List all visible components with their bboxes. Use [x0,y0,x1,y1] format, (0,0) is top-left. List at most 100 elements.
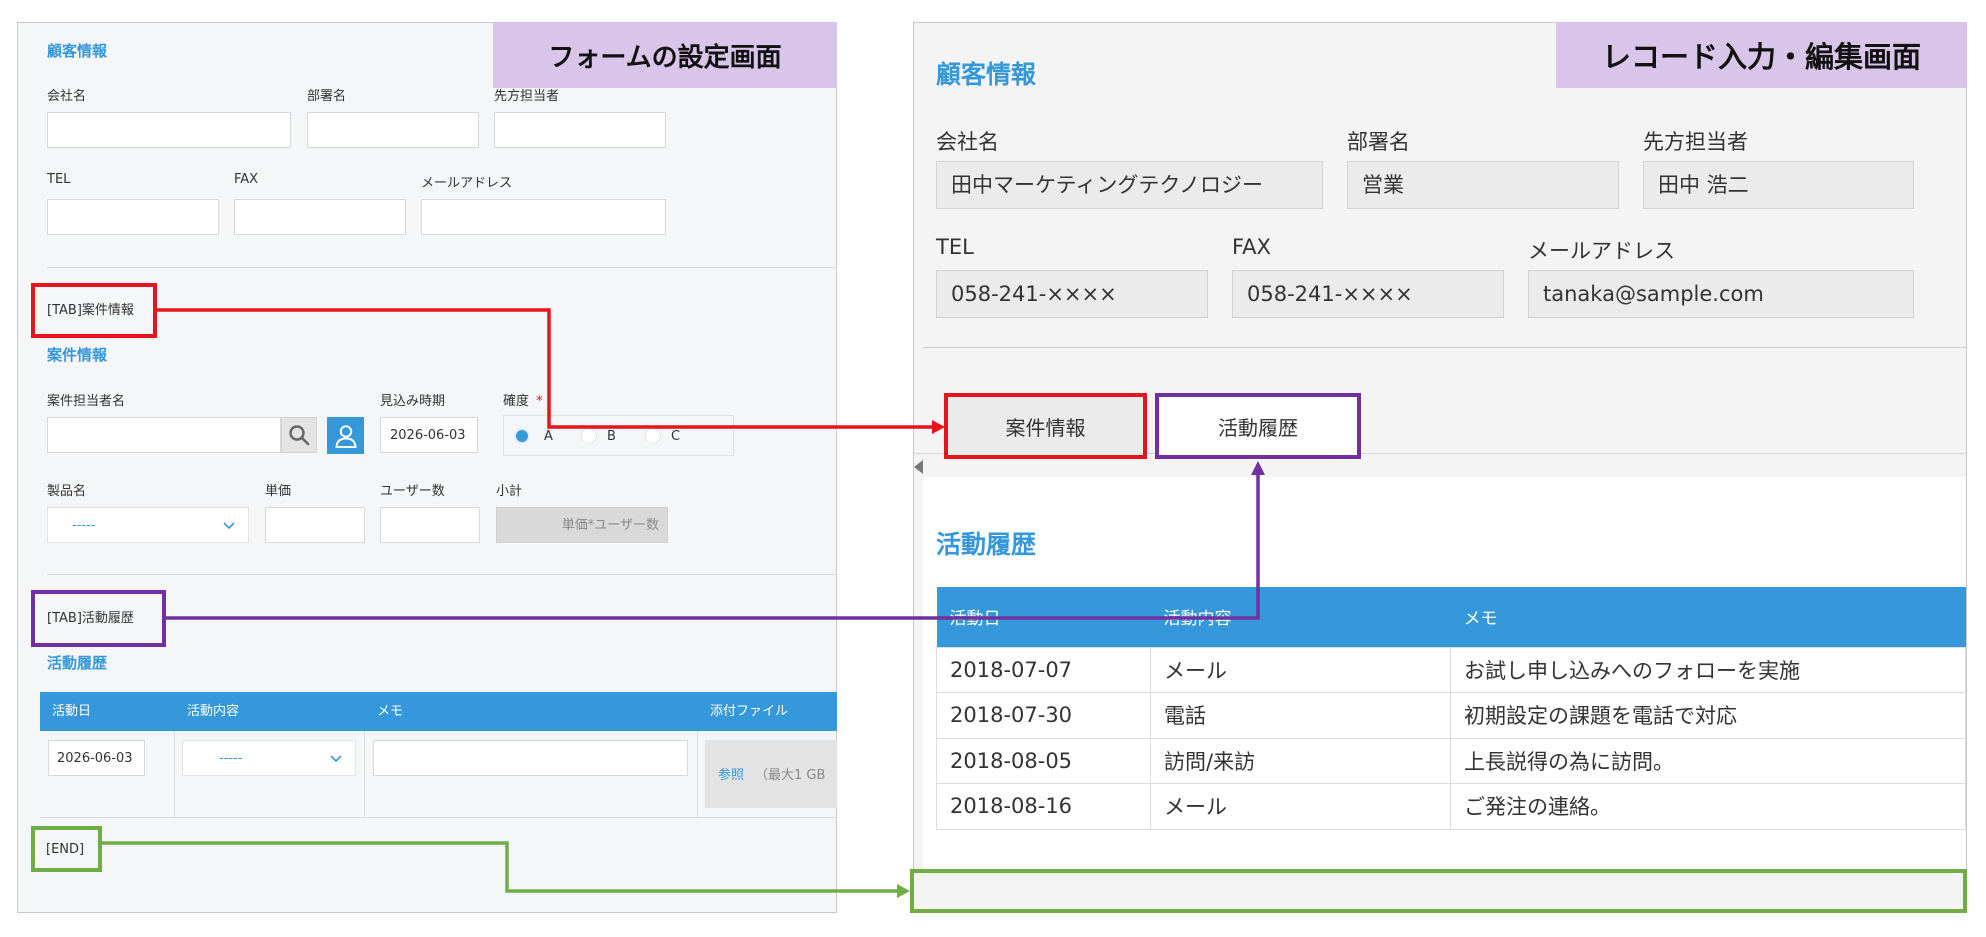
company-label: 会社名 [47,89,87,104]
record-edit-banner: レコード入力・編集画面 [1556,22,1967,88]
email-label: メールアドレス [421,176,513,191]
cell-date: 2018-08-05 [936,737,1151,784]
deal-owner-input[interactable] [47,417,281,453]
cell-content: メール [1150,783,1451,830]
activity-table-header: 活動日 活動内容 メモ 添付ファイル [40,692,837,731]
required-mark: * [536,394,543,409]
search-icon [289,425,310,446]
section-divider [47,267,837,268]
header-memo: メモ [1450,587,1966,647]
product-label: 製品名 [47,484,87,499]
user-search-button[interactable] [281,417,317,453]
right-email-label: メールアドレス [1528,239,1675,263]
activity-content-value: ----- [219,750,243,766]
end-marker-text: [END] [46,841,85,857]
right-activity-title: 活動履歴 [936,530,1037,559]
product-dropdown[interactable]: ----- [47,507,249,543]
header-activity-date: 活動日 [936,587,1151,647]
fax-input[interactable] [234,199,406,235]
right-company-label: 会社名 [936,130,999,154]
table-row[interactable]: 2018-08-16 メール ご発注の連絡。 [936,783,1966,830]
expected-period-label: 見込み時期 [380,394,446,409]
cell-content: 訪問/来訪 [1150,737,1451,784]
activity-table: 活動日 活動内容 メモ 2018-07-07 メール お試し申し込みへのフォロー… [936,587,1966,830]
right-section-divider [923,347,1967,348]
tab1-marker: [TAB]案件情報 [31,283,157,338]
cell-date: 2018-07-30 [936,692,1151,739]
department-input[interactable] [307,112,479,148]
company-input[interactable] [47,112,291,148]
activity-table-header-row: 活動日 活動内容 メモ [936,587,1966,647]
radio-a-label: A [544,429,553,444]
cell-date: 2018-07-07 [936,646,1151,693]
contact-input[interactable] [494,112,666,148]
tab2-marker-text: [TAB]活動履歴 [47,611,134,626]
user-select-button[interactable] [327,417,364,454]
radio-a[interactable] [514,428,530,444]
table-row[interactable]: 2018-07-30 電話 初期設定の課題を電話で対応 [936,692,1966,739]
users-input[interactable] [380,507,480,543]
tab2-marker: [TAB]活動履歴 [31,590,166,647]
right-email-field[interactable]: tanaka@sample.com [1528,270,1914,318]
email-input[interactable] [421,199,666,235]
deal-section-title: 案件情報 [47,346,108,364]
deal-owner-label: 案件担当者名 [47,394,126,409]
attachment-browse-link[interactable]: 参照 [718,769,744,782]
expected-period-value: 2026-06-03 [390,427,466,443]
right-fax-field[interactable]: 058-241-×××× [1232,270,1504,318]
user-icon [334,424,357,448]
probability-label-text: 確度 [503,394,530,409]
cell-memo: 初期設定の課題を電話で対応 [1450,692,1966,739]
chevron-down-icon [223,522,235,530]
right-customer-title: 顧客情報 [936,60,1037,89]
chevron-down-icon [330,755,342,763]
right-tel-field[interactable]: 058-241-×××× [936,270,1208,318]
activity-header-date: 活動日 [52,704,92,719]
tab-deal-info[interactable]: 案件情報 [944,393,1147,459]
cell-date: 2018-08-16 [936,783,1151,830]
activity-content-dropdown[interactable]: ----- [182,740,356,776]
section-divider [47,574,837,575]
activity-section-title: 活動履歴 [47,654,108,672]
cell-content: メール [1150,646,1451,693]
right-contact-field[interactable]: 田中 浩二 [1643,161,1914,209]
header-activity-content: 活動内容 [1150,587,1451,647]
activity-header-content: 活動内容 [187,704,240,719]
product-value: ----- [72,517,96,533]
expected-period-input[interactable]: 2026-06-03 [380,417,478,453]
end-region-highlight [910,869,1967,913]
contact-label: 先方担当者 [494,89,560,104]
right-company-field[interactable]: 田中マーケティングテクノロジー [936,161,1323,209]
attachment-max-size: （最大1 GB [755,768,826,783]
cell-memo: お試し申し込みへのフォローを実施 [1450,646,1966,693]
right-department-field[interactable]: 営業 [1347,161,1619,209]
tab-scroll-left-icon[interactable] [914,460,923,474]
activity-date-input[interactable]: 2026-06-03 [48,740,145,776]
probability-label: 確度 * [503,390,543,409]
radio-c[interactable] [645,428,661,444]
radio-b[interactable] [581,428,597,444]
end-marker: [END] [31,826,102,872]
green-arrowhead [897,884,910,898]
department-label: 部署名 [307,89,347,104]
tel-label: TEL [47,172,71,187]
tab-activity[interactable]: 活動履歴 [1155,393,1361,459]
tab1-marker-text: [TAB]案件情報 [47,303,134,318]
tel-input[interactable] [47,199,219,235]
activity-header-memo: メモ [377,704,404,719]
tab-deal-info-label: 案件情報 [1005,415,1086,440]
activity-memo-input[interactable] [373,740,688,776]
cell-content: 電話 [1150,692,1451,739]
right-contact-label: 先方担当者 [1643,130,1748,154]
probability-radio-group: A B C [503,415,734,456]
right-tel-label: TEL [936,235,974,259]
price-input[interactable] [265,507,365,543]
right-department-label: 部署名 [1347,130,1410,154]
customer-section-title: 顧客情報 [47,42,108,60]
activity-header-attachment: 添付ファイル [710,704,789,719]
radio-b-label: B [607,429,616,444]
attachment-box: 参照 （最大1 GB [705,740,837,808]
activity-date-value: 2026-06-03 [57,750,133,766]
table-row[interactable]: 2018-08-05 訪問/来訪 上長説得の為に訪問。 [936,737,1966,784]
table-row[interactable]: 2018-07-07 メール お試し申し込みへのフォローを実施 [936,646,1966,693]
